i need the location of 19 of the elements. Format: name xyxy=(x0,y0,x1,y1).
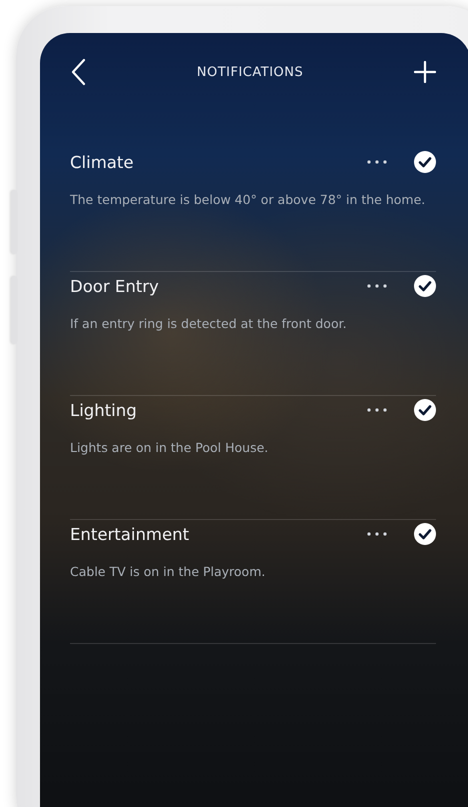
more-options-icon[interactable] xyxy=(367,284,387,288)
checkbox[interactable] xyxy=(414,523,436,545)
notification-description: The temperature is below 40° or above 78° in the home. xyxy=(70,191,426,208)
checkbox[interactable] xyxy=(414,399,436,421)
notification-description: Cable TV is on in the Playroom. xyxy=(70,563,266,580)
notification-title: Climate xyxy=(70,152,134,172)
more-options-icon[interactable] xyxy=(367,532,387,536)
more-options-icon[interactable] xyxy=(367,408,387,412)
add-button[interactable] xyxy=(414,61,436,83)
checkbox[interactable] xyxy=(414,275,436,297)
screen-title: NOTIFICATIONS xyxy=(196,64,304,80)
notification-description: If an entry ring is detected at the front door. xyxy=(70,315,348,332)
notification-description: Lights are on in the Pool House. xyxy=(70,439,270,456)
more-options-icon[interactable] xyxy=(367,160,387,164)
notification-title: Entertainment xyxy=(70,524,190,544)
notification-title: Lighting xyxy=(70,400,138,420)
back-button[interactable] xyxy=(70,58,86,86)
notification-title: Door Entry xyxy=(70,276,160,296)
checkbox[interactable] xyxy=(414,151,436,173)
